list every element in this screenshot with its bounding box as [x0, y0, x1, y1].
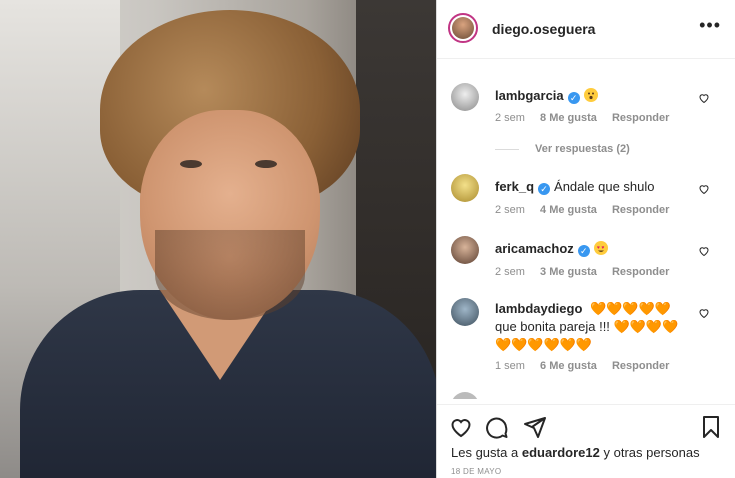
more-options-icon[interactable]: ••• [699, 16, 721, 34]
bookmark-icon[interactable] [699, 415, 723, 439]
post-header: diego.oseguera ••• [437, 0, 735, 59]
photo-eye-right [255, 160, 277, 168]
comments-list: lambgarcia ✓ 2 sem 8 Me gusta Responder V… [437, 59, 735, 399]
commenter-username[interactable]: ferk_q [495, 179, 534, 194]
comment-likes[interactable]: 8 Me gusta [540, 112, 597, 124]
comment-icon[interactable] [485, 415, 509, 439]
comment-meta: 1 sem 6 Me gusta Responder [495, 360, 681, 372]
svg-text:♥: ♥ [597, 245, 600, 251]
commenter-avatar[interactable] [451, 83, 479, 111]
post-actions-bar [437, 404, 735, 445]
reply-button[interactable]: Responder [612, 204, 669, 216]
commenter-avatar-partial[interactable] [451, 392, 479, 399]
comment-text: Ándale que shulo [554, 179, 655, 194]
comment-time: 2 sem [495, 112, 525, 124]
comment-meta: 2 sem 3 Me gusta Responder [495, 266, 681, 278]
heart-eyes-emoji-icon: ♥ ♥ [593, 241, 608, 255]
comment-body: lambdaydiego 🧡🧡🧡🧡🧡 que bonita pareja !!!… [495, 300, 695, 354]
comment-body: lambgarcia ✓ [495, 87, 695, 105]
photo-eye-left [180, 160, 202, 168]
verified-badge-icon: ✓ [538, 183, 551, 195]
share-icon[interactable] [523, 415, 547, 439]
commenter-avatar[interactable] [451, 236, 479, 264]
commenter-username[interactable]: aricamachoz [495, 241, 574, 256]
comment-body: aricamachoz ✓ ♥ ♥ [495, 240, 695, 258]
photo-beard [155, 230, 305, 320]
likes-prefix: Les gusta a [451, 445, 519, 460]
comment-time: 2 sem [495, 204, 525, 216]
comment-like-heart-icon[interactable] [698, 307, 710, 319]
comment-likes[interactable]: 6 Me gusta [540, 360, 597, 372]
reply-button[interactable]: Responder [612, 360, 669, 372]
likes-summary: Les gusta a eduardore12 y otras personas [451, 445, 700, 460]
commenter-username[interactable]: lambgarcia [495, 88, 564, 103]
likes-user-link[interactable]: eduardore12 [522, 445, 600, 460]
comment-like-heart-icon[interactable] [698, 92, 710, 104]
reply-button[interactable]: Responder [612, 266, 669, 278]
owner-avatar[interactable] [448, 13, 478, 43]
post-date[interactable]: 18 DE MAYO [451, 467, 501, 476]
commenter-username[interactable]: lambdaydiego [495, 301, 582, 316]
comment-meta: 2 sem 8 Me gusta Responder [495, 112, 681, 124]
comment-likes[interactable]: 4 Me gusta [540, 204, 597, 216]
likes-others-link[interactable]: y otras personas [604, 445, 700, 460]
comment-body: ferk_q ✓ Ándale que shulo [495, 178, 695, 196]
comment-text: que bonita pareja !!! [495, 319, 610, 334]
view-replies-button[interactable]: Ver respuestas (2) [495, 143, 630, 155]
verified-badge-icon: ✓ [567, 92, 580, 104]
comment-time: 2 sem [495, 266, 525, 278]
orange-hearts-emoji: 🧡🧡🧡🧡 [613, 319, 679, 334]
comment-like-heart-icon[interactable] [698, 245, 710, 257]
comment-meta: 2 sem 4 Me gusta Responder [495, 204, 681, 216]
heart-icon[interactable] [449, 415, 473, 439]
verified-badge-icon: ✓ [577, 245, 590, 257]
svg-text:♥: ♥ [601, 245, 604, 251]
post-side-panel: diego.oseguera ••• lambgarcia ✓ 2 sem 8 M… [437, 0, 735, 478]
commenter-avatar[interactable] [451, 174, 479, 202]
owner-username[interactable]: diego.oseguera [492, 21, 595, 37]
orange-hearts-emoji: 🧡🧡🧡🧡🧡🧡 [495, 337, 593, 352]
commenter-avatar[interactable] [451, 298, 479, 326]
reply-button[interactable]: Responder [612, 112, 669, 124]
post-photo[interactable] [0, 0, 436, 478]
surprised-face-emoji-icon [583, 88, 598, 102]
comment-like-heart-icon[interactable] [698, 183, 710, 195]
comment-time: 1 sem [495, 360, 525, 372]
comment-likes[interactable]: 3 Me gusta [540, 266, 597, 278]
orange-hearts-emoji: 🧡🧡🧡🧡🧡 [590, 301, 671, 316]
